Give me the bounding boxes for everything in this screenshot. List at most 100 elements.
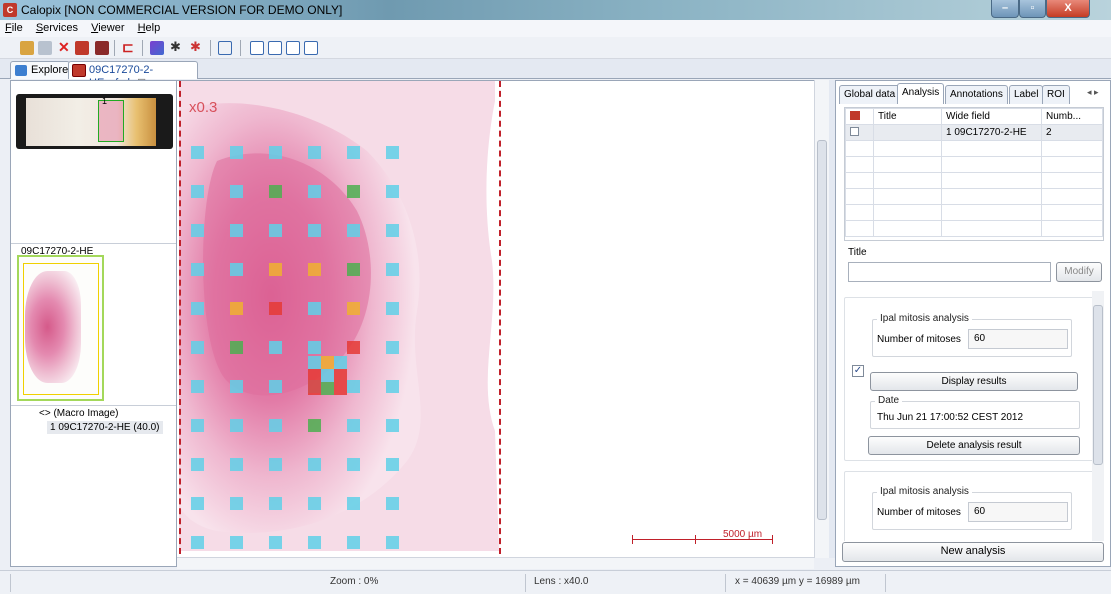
- menu-help[interactable]: Help: [133, 20, 166, 36]
- analysis-tile[interactable]: [321, 382, 334, 395]
- tab-explorer[interactable]: Explorer: [10, 61, 72, 79]
- analyses-scroll-thumb[interactable]: [1093, 305, 1103, 465]
- analysis-tile[interactable]: [347, 458, 360, 471]
- layout-3-icon[interactable]: [286, 41, 300, 55]
- analysis-tile[interactable]: [191, 458, 204, 471]
- analysis-checkbox[interactable]: ✓: [852, 365, 864, 377]
- menu-viewer[interactable]: Viewer: [86, 20, 129, 36]
- vertical-scroll-thumb[interactable]: [817, 140, 827, 520]
- analysis-tile[interactable]: [386, 146, 399, 159]
- analysis-tile[interactable]: [269, 146, 282, 159]
- col-number[interactable]: Numb...: [1041, 108, 1103, 125]
- analysis-tile[interactable]: [308, 356, 321, 369]
- analysis-tile[interactable]: [191, 302, 204, 315]
- analysis-tile[interactable]: [191, 185, 204, 198]
- slide-viewer[interactable]: x0.3 5000 µm: [177, 80, 814, 558]
- analysis-tile[interactable]: [386, 380, 399, 393]
- analyses-scrollbar[interactable]: [1092, 291, 1104, 541]
- analysis-tile[interactable]: [308, 419, 321, 432]
- delete-icon[interactable]: ✕: [58, 40, 72, 54]
- macro-image-thumbnail[interactable]: 1: [16, 94, 173, 149]
- save-icon[interactable]: [38, 41, 52, 55]
- analysis-tile[interactable]: [321, 369, 334, 382]
- analysis-tile[interactable]: [347, 497, 360, 510]
- analysis-tile[interactable]: [230, 419, 243, 432]
- analysis-tile[interactable]: [347, 341, 360, 354]
- tab-annotations[interactable]: Annotations: [945, 85, 1008, 104]
- modify-button[interactable]: Modify: [1056, 262, 1102, 282]
- layout-4-icon[interactable]: [304, 41, 318, 55]
- analysis-tile[interactable]: [191, 341, 204, 354]
- analysis-tile[interactable]: [269, 419, 282, 432]
- analysis-tile[interactable]: [386, 536, 399, 549]
- minimize-button[interactable]: –: [991, 0, 1019, 18]
- analysis-tile[interactable]: [308, 536, 321, 549]
- slide-region-marker[interactable]: [98, 100, 124, 142]
- split-icon[interactable]: ⊏: [122, 40, 136, 54]
- analysis-tile[interactable]: [347, 419, 360, 432]
- analysis-tile[interactable]: [308, 382, 321, 395]
- close-button[interactable]: X: [1046, 0, 1090, 18]
- analysis-tile[interactable]: [321, 356, 334, 369]
- analysis-tile[interactable]: [269, 185, 282, 198]
- new-analysis-button[interactable]: New analysis: [842, 542, 1104, 562]
- analysis-tile[interactable]: [308, 146, 321, 159]
- menu-file[interactable]: File: [0, 20, 28, 36]
- table-row[interactable]: 1 09C17270-2-HE 2: [845, 124, 1103, 141]
- report-icon[interactable]: [95, 41, 109, 55]
- tab-analysis[interactable]: Analysis: [897, 83, 945, 104]
- tree-item-macro[interactable]: <> (Macro Image): [39, 408, 118, 419]
- analysis-tile[interactable]: [347, 536, 360, 549]
- col-wide-field[interactable]: Wide field: [941, 108, 1042, 125]
- analysis-tile[interactable]: [191, 497, 204, 510]
- analysis-tile[interactable]: [230, 302, 243, 315]
- analysis-tile[interactable]: [308, 369, 321, 382]
- maximize-button[interactable]: ▫: [1019, 0, 1046, 18]
- title-input[interactable]: [848, 262, 1051, 282]
- analysis-tile[interactable]: [308, 458, 321, 471]
- analysis-tile[interactable]: [347, 380, 360, 393]
- analysis-tile[interactable]: [308, 263, 321, 276]
- analysis-tile[interactable]: [347, 146, 360, 159]
- export-icon[interactable]: [75, 41, 89, 55]
- analysis-tile[interactable]: [230, 224, 243, 237]
- analysis-tile[interactable]: [230, 146, 243, 159]
- analysis-tile[interactable]: [269, 302, 282, 315]
- menu-services[interactable]: Services: [31, 20, 83, 36]
- analysis-tile[interactable]: [308, 224, 321, 237]
- analysis-tile[interactable]: [191, 146, 204, 159]
- analysis-tile[interactable]: [347, 185, 360, 198]
- col-title[interactable]: Title: [873, 108, 942, 125]
- stain-icon[interactable]: [150, 41, 164, 55]
- analysis-tile[interactable]: [347, 263, 360, 276]
- viewer-horizontal-scrollbar[interactable]: [177, 557, 814, 569]
- analysis-tile[interactable]: [308, 185, 321, 198]
- analysis-tile[interactable]: [386, 185, 399, 198]
- import-icon[interactable]: [218, 41, 232, 55]
- analysis-tile[interactable]: [230, 380, 243, 393]
- analysis-tile[interactable]: [191, 263, 204, 276]
- analysis-tile[interactable]: [308, 341, 321, 354]
- analysis-tile[interactable]: [230, 497, 243, 510]
- analysis-tile[interactable]: [334, 369, 347, 382]
- analysis-tile[interactable]: [269, 263, 282, 276]
- tab-scroll-icon[interactable]: ◂ ▸: [1087, 87, 1099, 98]
- analysis-tile[interactable]: [308, 302, 321, 315]
- analysis-tile[interactable]: [230, 458, 243, 471]
- analysis-tile[interactable]: [386, 419, 399, 432]
- analysis-tile[interactable]: [191, 419, 204, 432]
- analysis-tile[interactable]: [191, 224, 204, 237]
- display-results-button[interactable]: Display results: [870, 372, 1078, 391]
- run-all-icon[interactable]: ✱: [190, 40, 204, 54]
- open-icon[interactable]: [20, 41, 34, 55]
- analysis-tile[interactable]: [191, 536, 204, 549]
- analysis-tile[interactable]: [230, 341, 243, 354]
- analysis-tile[interactable]: [386, 497, 399, 510]
- delete-analysis-button[interactable]: Delete analysis result: [868, 436, 1080, 455]
- tab-slide-file[interactable]: 09C17270-2-HE.wfml ⊠: [68, 61, 198, 89]
- viewer-vertical-scrollbar[interactable]: [814, 80, 830, 558]
- analysis-tile[interactable]: [230, 185, 243, 198]
- analysis-tile[interactable]: [269, 458, 282, 471]
- analysis-tile[interactable]: [230, 263, 243, 276]
- analysis-tile[interactable]: [386, 341, 399, 354]
